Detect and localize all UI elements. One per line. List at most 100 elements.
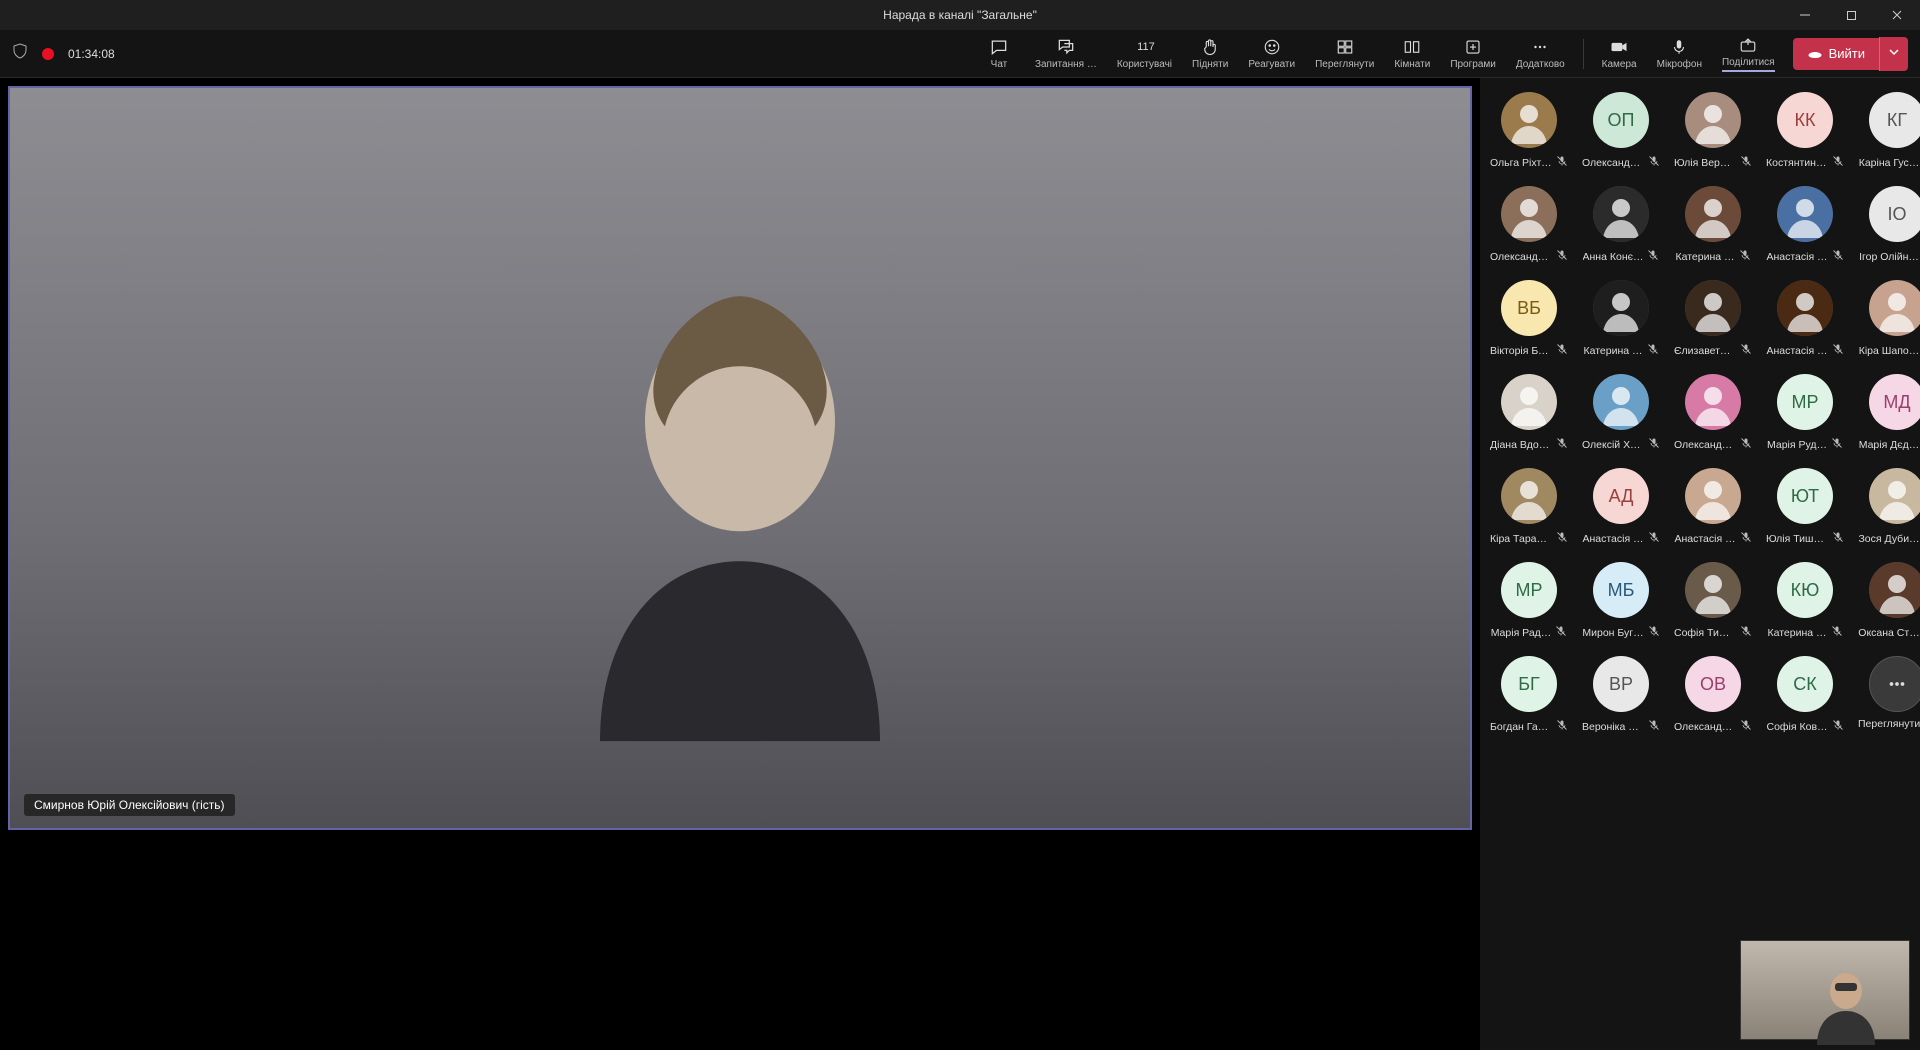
rooms-button[interactable]: Кімнати — [1386, 35, 1438, 72]
participant-tile[interactable]: МБМирон Буг… — [1582, 562, 1660, 642]
leave-button[interactable]: Вийти — [1793, 38, 1879, 70]
avatar-photo — [1869, 468, 1920, 524]
avatar-photo — [1685, 468, 1741, 524]
view-label: Переглянути — [1315, 59, 1374, 70]
participant-tile[interactable]: КГ Каріна Гус… — [1858, 92, 1920, 172]
participant-tile[interactable]: Ольга Ріхтер — [1490, 92, 1568, 172]
participant-tile[interactable]: Кіра Шапо… — [1858, 280, 1920, 360]
participant-label: Богдан Гал… — [1490, 718, 1568, 736]
avatar-initials: АД — [1593, 468, 1649, 524]
participant-tile[interactable]: Діана Вдов… — [1490, 374, 1568, 454]
participant-label: Зося Дуби… — [1858, 530, 1920, 548]
participant-tile[interactable]: МДМарія Дєд… — [1858, 374, 1920, 454]
react-label: Реагувати — [1248, 59, 1295, 70]
participant-tile[interactable]: ОПОлександр… — [1582, 92, 1660, 172]
participant-label: Софія Тиш… — [1674, 624, 1752, 642]
participant-tile[interactable]: ЮТ Юлія Тишк… — [1766, 468, 1844, 548]
qa-icon — [1056, 37, 1076, 57]
participant-tile[interactable]: Катерина … — [1674, 186, 1752, 266]
rooms-label: Кімнати — [1394, 59, 1430, 70]
participant-tile[interactable]: ІОІгор Олійн… — [1858, 186, 1920, 266]
mic-label: Мікрофон — [1657, 59, 1702, 70]
view-button[interactable]: Переглянути — [1307, 35, 1382, 72]
participant-tile[interactable]: Анастасія … — [1766, 186, 1844, 266]
camera-button[interactable]: Камера — [1594, 35, 1645, 72]
participant-label: Єлизавета … — [1674, 342, 1752, 360]
participant-tile[interactable]: Катерина … — [1582, 280, 1660, 360]
apps-button[interactable]: Програми — [1442, 35, 1504, 72]
react-button[interactable]: Реагувати — [1240, 35, 1303, 72]
participant-tile[interactable]: Анна Конє… — [1582, 186, 1660, 266]
participant-tile[interactable]: Єлизавета … — [1674, 280, 1752, 360]
participant-name: Марія Руд… — [1767, 439, 1827, 451]
participant-tile[interactable]: Зося Дуби… — [1858, 468, 1920, 548]
participant-tile[interactable]: ВРВероніка Р… — [1582, 656, 1660, 736]
participant-tile[interactable]: ОВОлександр… — [1674, 656, 1752, 736]
mic-muted-icon — [1556, 436, 1568, 454]
participant-tile[interactable]: Олександр… — [1490, 186, 1568, 266]
leave-options-button[interactable] — [1879, 37, 1908, 71]
avatar-initials: КК — [1777, 92, 1833, 148]
avatar-initials: МБ — [1593, 562, 1649, 618]
participant-tile[interactable]: СКСофія Ков… — [1766, 656, 1844, 736]
participant-name: Анна Конє… — [1583, 251, 1644, 263]
participant-label: Олександр… — [1582, 154, 1660, 172]
main-speaker-video[interactable]: Смирнов Юрій Олексійович (гість) — [8, 86, 1472, 830]
participant-name: Зося Дуби… — [1858, 533, 1919, 545]
participant-tile[interactable]: КККостянтин … — [1766, 92, 1844, 172]
participant-tile[interactable]: БГБогдан Гал… — [1490, 656, 1568, 736]
share-button[interactable]: Поділитися — [1714, 33, 1783, 74]
participant-tile[interactable]: Юлія Верш… — [1674, 92, 1752, 172]
more-label-wrap: Переглянути в… — [1858, 718, 1920, 730]
participant-name: Оксана Ст… — [1858, 627, 1919, 639]
participant-label: Анастасія … — [1674, 530, 1751, 548]
avatar-photo — [1869, 280, 1920, 336]
raise-hand-button[interactable]: Підняти — [1184, 35, 1236, 72]
participant-name: Юлія Тишк… — [1766, 533, 1828, 545]
participant-label: Катерина … — [1583, 342, 1658, 360]
mic-muted-icon — [1832, 530, 1844, 548]
toolbar-separator — [1583, 39, 1584, 69]
participant-label: Марія Руд… — [1767, 436, 1843, 454]
participant-tile[interactable]: АД Анастасія … — [1582, 468, 1660, 548]
self-view[interactable] — [1740, 940, 1910, 1040]
participant-label: Анастасія … — [1766, 248, 1843, 266]
participant-tile[interactable]: МРМарія Руд… — [1766, 374, 1844, 454]
qa-button[interactable]: Запитання … — [1027, 35, 1105, 72]
participants-panel[interactable]: Ольга РіхтерОПОлександр…Юлія Верш…КККост… — [1480, 78, 1920, 1050]
participant-label: Олексій Хо… — [1582, 436, 1660, 454]
participant-tile[interactable]: Оксана Ст… — [1858, 562, 1920, 642]
avatar-initials: ЮТ — [1777, 468, 1833, 524]
participant-tile[interactable]: Анастасія … — [1766, 280, 1844, 360]
participant-tile[interactable]: МРМарія Рад… — [1490, 562, 1568, 642]
participant-tile[interactable]: ВБВікторія Бу… — [1490, 280, 1568, 360]
participant-tile[interactable]: Олексій Хо… — [1582, 374, 1660, 454]
participants-grid: Ольга РіхтерОПОлександр…Юлія Верш…КККост… — [1490, 92, 1910, 736]
minimize-button[interactable] — [1782, 0, 1828, 30]
participant-label: Ігор Олійн… — [1859, 248, 1920, 266]
participant-tile[interactable]: Кіра Тарас… — [1490, 468, 1568, 548]
leave-label: Вийти — [1829, 46, 1865, 61]
participant-tile[interactable]: КЮКатерина … — [1766, 562, 1844, 642]
avatar-photo — [1501, 92, 1557, 148]
maximize-button[interactable] — [1828, 0, 1874, 30]
view-more-tile[interactable]: Переглянути в… — [1858, 656, 1920, 736]
mic-muted-icon — [1648, 436, 1660, 454]
participant-tile[interactable]: Софія Тиш… — [1674, 562, 1752, 642]
qa-label: Запитання … — [1035, 59, 1097, 70]
participant-name: Анастасія … — [1582, 533, 1643, 545]
mic-muted-icon — [1832, 342, 1844, 360]
participant-label: Вікторія Бу… — [1490, 342, 1568, 360]
people-button[interactable]: 117 Користувачі — [1109, 35, 1180, 72]
participant-tile[interactable]: Анастасія … — [1674, 468, 1752, 548]
participant-tile[interactable]: Олександр… — [1674, 374, 1752, 454]
more-button[interactable]: Додатково — [1508, 35, 1573, 72]
participant-label: Анна Конє… — [1583, 248, 1660, 266]
mic-muted-icon — [1740, 436, 1752, 454]
mic-button[interactable]: Мікрофон — [1649, 35, 1710, 72]
close-button[interactable] — [1874, 0, 1920, 30]
chat-button[interactable]: Чат — [975, 35, 1023, 72]
participant-name: Олександр… — [1490, 251, 1552, 263]
participant-label: Каріна Гус… — [1859, 154, 1920, 172]
avatar-initials: КГ — [1869, 92, 1920, 148]
